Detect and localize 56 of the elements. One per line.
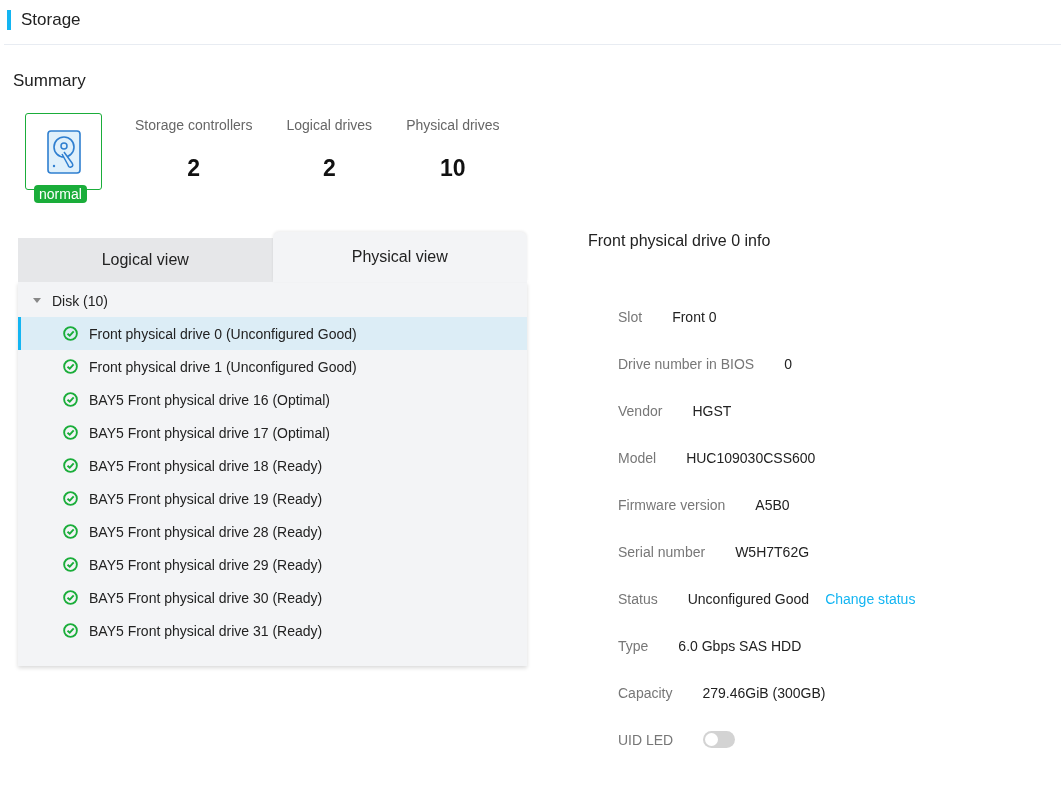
field-value: 279.46GiB (300GB): [702, 684, 826, 701]
stat-label: Physical drives: [406, 117, 500, 133]
check-circle-icon: [63, 623, 78, 638]
drive-tree-item[interactable]: Front physical drive 0 (Unconfigured Good): [18, 317, 527, 350]
field-label: Firmware version: [618, 496, 726, 513]
stat-value: 10: [440, 155, 466, 182]
check-circle-icon: [63, 392, 78, 407]
view-tab[interactable]: Physical view: [272, 232, 527, 282]
drive-tree-item[interactable]: BAY5 Front physical drive 31 (Ready): [18, 614, 527, 647]
check-circle-icon: [63, 326, 78, 341]
field-value: Front 0: [672, 308, 717, 325]
panel-title: Front physical drive 0 info: [588, 232, 772, 250]
field-label: Status: [618, 590, 658, 607]
field-label: UID LED: [618, 731, 674, 748]
check-circle-icon: [63, 590, 78, 605]
page-title: Storage: [21, 10, 81, 30]
field-label: Capacity: [618, 684, 673, 701]
status-badge: normal: [34, 185, 87, 203]
title-accent-bar: [7, 10, 11, 30]
check-circle-icon: [63, 524, 78, 539]
field-value: HGST: [692, 402, 732, 419]
check-circle-icon: [63, 458, 78, 473]
drive-tree-item[interactable]: Front physical drive 1 (Unconfigured Good): [18, 350, 527, 383]
check-circle-icon: [63, 491, 78, 506]
field-label: Vendor: [618, 402, 663, 419]
field-value: A5B0: [755, 496, 790, 513]
check-circle-icon: [63, 359, 78, 374]
drive-tree-item[interactable]: BAY5 Front physical drive 28 (Ready): [18, 515, 527, 548]
stat-label: Storage controllers: [135, 117, 253, 133]
stat-value: 2: [187, 155, 201, 182]
field-value: 6.0 Gbps SAS HDD: [678, 637, 802, 654]
field-value: Unconfigured Good: [687, 590, 810, 607]
drive-tree-item[interactable]: BAY5 Front physical drive 29 (Ready): [18, 548, 527, 581]
drive-tree-item[interactable]: BAY5 Front physical drive 30 (Ready): [18, 581, 527, 614]
stat-label: Logical drives: [286, 117, 373, 133]
drive-tree-item[interactable]: BAY5 Front physical drive 19 (Ready): [18, 482, 527, 515]
check-circle-icon: [63, 425, 78, 440]
drive-tree-item[interactable]: BAY5 Front physical drive 16 (Optimal): [18, 383, 527, 416]
uid-led-toggle[interactable]: [703, 731, 736, 748]
check-circle-icon: [63, 557, 78, 572]
field-label: Drive number in BIOS: [618, 355, 755, 372]
stat-value: 2: [322, 155, 336, 182]
drive-tree-item[interactable]: BAY5 Front physical drive 18 (Ready): [18, 449, 527, 482]
view-tab[interactable]: Logical view: [18, 238, 273, 282]
field-label: Slot: [618, 308, 643, 325]
field-label: Type: [618, 637, 649, 654]
field-value: 0: [784, 355, 792, 372]
field-label: Serial number: [618, 543, 706, 560]
hard-drive-icon: [46, 129, 81, 174]
drive-tree-item[interactable]: BAY5 Front physical drive 17 (Optimal): [18, 416, 527, 449]
section-title: Summary: [13, 71, 87, 91]
field-value: HUC109030CSS600: [686, 449, 816, 466]
caret-icon[interactable]: [33, 298, 41, 303]
field-label: Model: [618, 449, 657, 466]
field-value: W5H7T62G: [735, 543, 810, 560]
tree-group-label[interactable]: Disk (10): [52, 292, 108, 309]
